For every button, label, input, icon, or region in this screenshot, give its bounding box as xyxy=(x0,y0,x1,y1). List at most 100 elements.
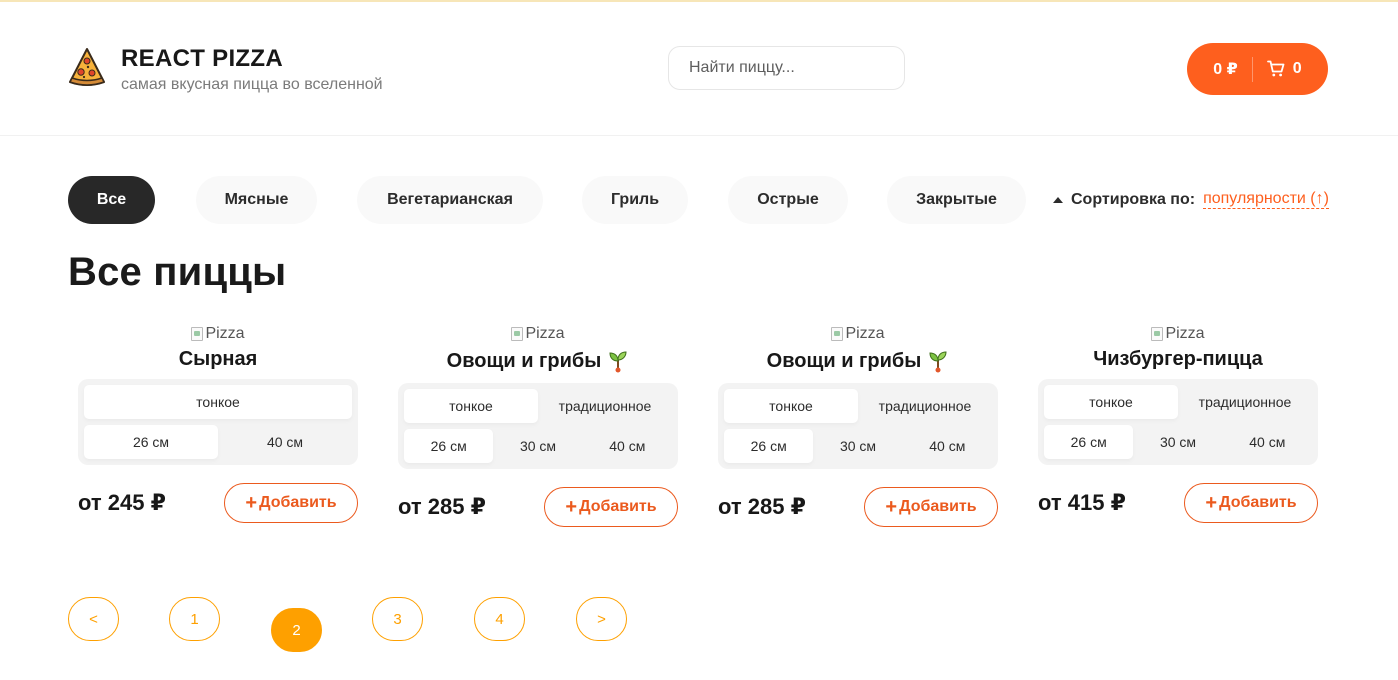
pagination-next-button[interactable]: > xyxy=(576,597,627,641)
pizza-title: Чизбургер-пицца xyxy=(1038,346,1318,372)
size-option[interactable]: 26 см xyxy=(1044,425,1134,459)
plus-icon: + xyxy=(565,496,578,518)
dough-option-traditional[interactable]: традиционное xyxy=(858,389,992,423)
add-to-cart-button[interactable]: + Добавить xyxy=(864,487,998,527)
category-grill[interactable]: Гриль xyxy=(582,176,688,224)
sort-control: Сортировка по: популярности (↑) xyxy=(1053,190,1329,209)
page-title: Все пиццы xyxy=(68,250,287,294)
broken-image-icon xyxy=(1151,327,1164,341)
size-row: 26 см 30 см 40 см xyxy=(404,429,672,463)
dough-option-thin[interactable]: тонкое xyxy=(404,389,538,423)
pizza-image-alt: Pizza xyxy=(1165,325,1205,342)
dough-option-thin[interactable]: тонкое xyxy=(724,389,858,423)
pizza-options: тонкое 26 см 40 см xyxy=(78,379,358,465)
pizza-title-text: Овощи и грибы xyxy=(766,349,922,372)
cart-icon xyxy=(1266,60,1285,77)
header: REACT PIZZA самая вкусная пицца во вселе… xyxy=(0,2,1398,136)
broken-image-icon xyxy=(831,327,844,341)
pizza-image: Pizza xyxy=(1038,324,1318,344)
category-spicy[interactable]: Острые xyxy=(728,176,848,224)
sort-value-dropdown[interactable]: популярности (↑) xyxy=(1203,190,1329,209)
pizza-card: Pizza Чизбургер-пицца тонкое традиционно… xyxy=(1038,324,1318,523)
add-to-cart-button[interactable]: + Добавить xyxy=(544,487,678,527)
add-to-cart-button[interactable]: + Добавить xyxy=(1184,483,1318,523)
pizza-card: Pizza Овощи и грибы тонкое традиционное … xyxy=(398,324,678,527)
cart-count: 0 xyxy=(1292,60,1302,77)
cart-total: 0 ₽ xyxy=(1213,61,1238,78)
dough-option-traditional[interactable]: традиционное xyxy=(538,389,672,423)
size-option[interactable]: 26 см xyxy=(404,429,494,463)
size-option[interactable]: 30 см xyxy=(1133,425,1222,459)
pagination-page-button[interactable]: 1 xyxy=(169,597,220,641)
size-option[interactable]: 40 см xyxy=(583,429,672,463)
size-option[interactable]: 26 см xyxy=(724,429,814,463)
size-option[interactable]: 30 см xyxy=(813,429,902,463)
pagination-page-button[interactable]: 4 xyxy=(474,597,525,641)
logo[interactable]: REACT PIZZA самая вкусная пицца во вселе… xyxy=(68,46,383,94)
size-option[interactable]: 26 см xyxy=(84,425,218,459)
plus-icon: + xyxy=(1205,492,1218,514)
pagination-page-button-active[interactable]: 2 xyxy=(271,608,322,652)
search-input[interactable] xyxy=(668,46,905,90)
pizza-card-footer: от 285 ₽ + Добавить xyxy=(718,487,998,527)
pizza-title-text: Овощи и грибы xyxy=(446,349,602,372)
size-row: 26 см 30 см 40 см xyxy=(724,429,992,463)
pizza-title-text: Чизбургер-пицца xyxy=(1093,347,1263,370)
dough-type-row: тонкое xyxy=(84,385,352,419)
pizza-title: Сырная xyxy=(78,346,358,372)
pizza-card-footer: от 285 ₽ + Добавить xyxy=(398,487,678,527)
category-meat[interactable]: Мясные xyxy=(196,176,317,224)
broken-image-icon xyxy=(511,327,524,341)
pizza-price: от 415 ₽ xyxy=(1038,490,1126,515)
pizza-image-alt: Pizza xyxy=(205,325,245,342)
pizza-options: тонкое традиционное 26 см 30 см 40 см xyxy=(398,383,678,469)
dough-option-traditional[interactable]: традиционное xyxy=(1178,385,1312,419)
pizza-title-text: Сырная xyxy=(178,347,258,370)
add-button-label: Добавить xyxy=(579,498,657,515)
app-title: REACT PIZZA xyxy=(121,45,283,72)
pizza-price: от 245 ₽ xyxy=(78,490,166,515)
pizza-image-alt: Pizza xyxy=(845,325,885,342)
sort-label: Сортировка по: xyxy=(1071,190,1196,208)
pizza-card-footer: от 415 ₽ + Добавить xyxy=(1038,483,1318,523)
pizza-options: тонкое традиционное 26 см 30 см 40 см xyxy=(1038,379,1318,465)
pizza-image: Pizza xyxy=(718,324,998,344)
size-row: 26 см 30 см 40 см xyxy=(1044,425,1312,459)
pagination-prev-button[interactable]: < xyxy=(68,597,119,641)
broken-image-icon xyxy=(191,327,204,341)
pizza-title: Овощи и грибы xyxy=(398,348,678,374)
dough-option-thin[interactable]: тонкое xyxy=(84,385,352,419)
category-all[interactable]: Все xyxy=(68,176,155,224)
size-option[interactable]: 40 см xyxy=(903,429,992,463)
cart-button[interactable]: 0 ₽ 0 xyxy=(1187,43,1328,95)
size-option[interactable]: 40 см xyxy=(218,425,352,459)
vegetarian-sprout-icon xyxy=(929,351,947,373)
pizza-image: Pizza xyxy=(398,324,678,344)
size-option[interactable]: 30 см xyxy=(493,429,582,463)
add-button-label: Добавить xyxy=(1219,494,1297,511)
app-subtitle: самая вкусная пицца во вселенной xyxy=(121,76,383,93)
plus-icon: + xyxy=(245,492,258,514)
pizza-card-footer: от 245 ₽ + Добавить xyxy=(78,483,358,523)
pizza-price: от 285 ₽ xyxy=(718,494,806,519)
size-option[interactable]: 40 см xyxy=(1223,425,1312,459)
dough-type-row: тонкое традиционное xyxy=(724,389,992,423)
add-button-label: Добавить xyxy=(899,498,977,515)
category-vegetarian[interactable]: Вегетарианская xyxy=(357,176,543,224)
add-to-cart-button[interactable]: + Добавить xyxy=(224,483,358,523)
dough-type-row: тонкое традиционное xyxy=(1044,385,1312,419)
plus-icon: + xyxy=(885,496,898,518)
pizza-logo-icon xyxy=(69,48,105,86)
pizza-title: Овощи и грибы xyxy=(718,348,998,374)
pizza-price: от 285 ₽ xyxy=(398,494,486,519)
dough-option-thin[interactable]: тонкое xyxy=(1044,385,1178,419)
vegetarian-sprout-icon xyxy=(609,351,627,373)
size-row: 26 см 40 см xyxy=(84,425,352,459)
add-button-label: Добавить xyxy=(259,494,337,511)
pizza-card: Pizza Овощи и грибы тонкое традиционное … xyxy=(718,324,998,527)
pagination-page-button[interactable]: 3 xyxy=(372,597,423,641)
sort-arrow-icon xyxy=(1053,196,1063,203)
category-closed[interactable]: Закрытые xyxy=(887,176,1026,224)
cart-divider xyxy=(1251,56,1253,82)
pizza-image-alt: Pizza xyxy=(525,325,565,342)
